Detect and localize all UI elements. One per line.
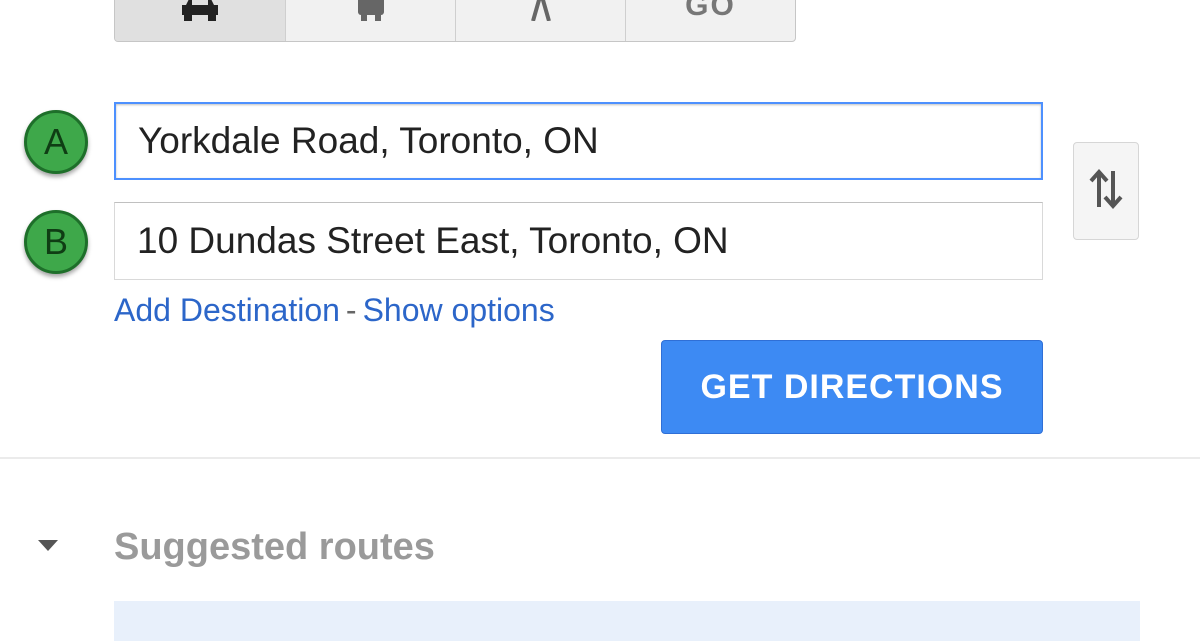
walking-icon <box>528 0 554 21</box>
add-destination-link[interactable]: Add Destination <box>114 292 340 328</box>
driving-mode-button[interactable] <box>115 0 285 41</box>
walking-mode-button[interactable] <box>455 0 625 41</box>
get-directions-button[interactable]: GET DIRECTIONS <box>661 340 1043 434</box>
car-icon <box>180 0 220 21</box>
route-options-links: Add Destination - Show options <box>114 292 555 329</box>
go-mode-button[interactable]: GO <box>625 0 795 41</box>
suggested-route-item[interactable] <box>114 601 1140 641</box>
swap-waypoints-button[interactable] <box>1073 142 1139 240</box>
start-location-input[interactable] <box>114 102 1043 180</box>
links-separator: - <box>345 292 357 328</box>
destination-input[interactable] <box>114 202 1043 280</box>
caret-down-icon[interactable] <box>38 540 58 551</box>
travel-mode-selector: GO <box>114 0 796 42</box>
swap-arrows-icon <box>1089 168 1123 214</box>
transit-icon <box>355 0 387 21</box>
show-options-link[interactable]: Show options <box>363 292 555 328</box>
waypoint-b-marker: B <box>24 210 88 274</box>
suggested-routes-heading: Suggested routes <box>114 526 435 568</box>
waypoint-a-marker: A <box>24 110 88 174</box>
go-label: GO <box>685 0 736 22</box>
transit-mode-button[interactable] <box>285 0 455 41</box>
section-divider <box>0 457 1200 459</box>
